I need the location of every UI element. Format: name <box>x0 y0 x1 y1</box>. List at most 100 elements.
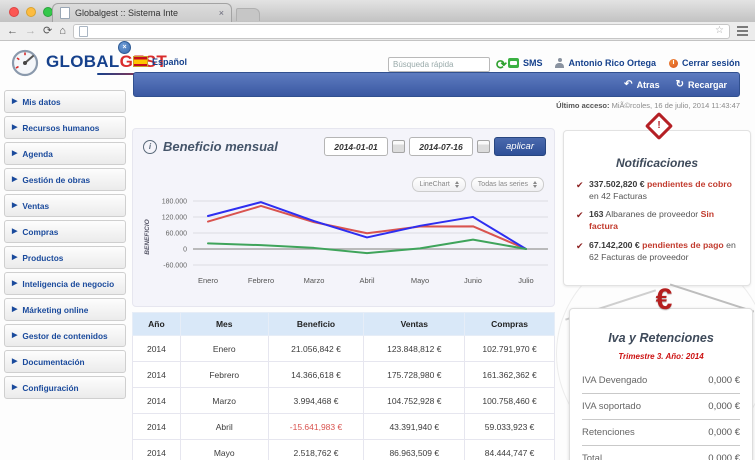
calendar-icon[interactable] <box>477 140 490 153</box>
sidebar-item-inteligencia-de-negocio[interactable]: ▶ Inteligencia de negocio <box>4 272 126 295</box>
notification-text: pendientes de pago <box>642 239 724 250</box>
sidebar-item-configuraci-n[interactable]: ▶ Configuración <box>4 376 126 399</box>
tab-close-icon[interactable]: × <box>219 8 224 18</box>
back-button[interactable]: ↶ Atras <box>624 78 659 90</box>
iva-row-value: 0,000 € <box>708 453 740 460</box>
table-cell: 2014 <box>132 361 181 388</box>
table-cell: 2014 <box>132 439 181 460</box>
table-row[interactable]: 2014 Abril -15.641,983 €43.391,940 €59.033… <box>132 413 555 440</box>
header-user-area: SMS Antonio Rico Ortega Cerrar sesión <box>507 58 740 68</box>
iva-row-label: IVA Devengado <box>582 375 648 386</box>
notification-text: Albaranes de proveedor <box>603 209 701 220</box>
back-icon[interactable]: ← <box>7 25 18 37</box>
close-window-button[interactable] <box>9 7 19 17</box>
table-row[interactable]: 2014 Febrero 14.366,618 €175.728,980 €161.… <box>132 361 555 388</box>
panel-title: Beneficio mensual <box>163 139 278 154</box>
sidebar-item-documentaci-n[interactable]: ▶ Documentación <box>4 350 126 373</box>
address-bar[interactable]: ☆ <box>72 23 730 39</box>
iva-row-label: IVA soportado <box>582 401 641 412</box>
iva-panel: Iva y Retenciones Trimestre 3. Año: 2014… <box>569 308 753 460</box>
chevron-right-icon: ▶ <box>12 124 18 131</box>
sidebar-item-ventas[interactable]: ▶ Ventas <box>4 194 126 217</box>
panel-close-badge[interactable]: × <box>118 41 131 54</box>
table-row[interactable]: 2014 Mayo 2.518,762 €86.963,509 €84.444,74… <box>132 439 555 460</box>
table-cell: 102.791,970 € <box>464 335 555 362</box>
language-selector[interactable]: Español <box>133 56 187 67</box>
sidebar-item-gestor-de-contenidos[interactable]: ▶ Gestor de contenidos <box>4 324 126 347</box>
panel-header: i Beneficio mensual aplicar <box>143 137 546 156</box>
iva-row: Total 0,000 € <box>582 446 740 460</box>
chevron-right-icon: ▶ <box>12 254 18 261</box>
sidebar-menu: ▶ Mis datos ▶ Recursos humanos ▶ Agenda ▶ Gesti… <box>4 90 126 399</box>
sidebar-item-label: Gestor de contenidos <box>22 330 108 341</box>
reload-label: Recargar <box>687 79 727 90</box>
stepper-arrows-icon <box>533 181 537 188</box>
sidebar-item-label: Productos <box>22 252 64 263</box>
notification-item[interactable]: ✔ 67.142,200 € pendientes de pago en 62 F… <box>576 240 740 263</box>
table-header-row: Año Mes Beneficio Ventas Compras <box>132 312 555 336</box>
minimize-window-button[interactable] <box>26 7 36 17</box>
bookmark-star-icon[interactable]: ☆ <box>715 26 724 36</box>
sidebar-item-recursos-humanos[interactable]: ▶ Recursos humanos <box>4 116 126 139</box>
chevron-right-icon: ▶ <box>12 384 18 391</box>
column-header: Mes <box>179 312 269 336</box>
table-cell: 175.728,980 € <box>363 361 466 388</box>
column-header: Ventas <box>363 312 466 336</box>
apply-button[interactable]: aplicar <box>494 137 546 156</box>
stepper-arrows-icon <box>454 181 459 188</box>
iva-row-value: 0,000 € <box>708 427 740 438</box>
table-row[interactable]: 2014 Enero 21.056,842 €123.848,812 €102.79… <box>132 335 555 362</box>
column-header: Año <box>132 312 181 336</box>
home-icon[interactable]: ⌂ <box>59 25 66 37</box>
logout-label: Cerrar sesión <box>681 58 740 68</box>
sms-button[interactable]: SMS <box>507 58 542 68</box>
user-menu[interactable]: Antonio Rico Ortega <box>555 58 656 68</box>
column-header: Compras <box>464 312 555 336</box>
table-cell: Febrero <box>179 361 269 388</box>
x-tick-label: Julio <box>518 276 533 285</box>
refresh-icon[interactable]: ⟳ <box>43 25 52 37</box>
sidebar-item-mis-datos[interactable]: ▶ Mis datos <box>4 90 126 113</box>
table-cell: 123.848,812 € <box>363 335 466 362</box>
notifications-title: Notificaciones <box>615 156 699 170</box>
iva-row-value: 0,000 € <box>708 401 740 412</box>
sidebar-item-label: Márketing online <box>22 304 89 315</box>
date-from-input[interactable] <box>324 137 388 156</box>
sidebar-item-productos[interactable]: ▶ Productos <box>4 246 126 269</box>
window-controls <box>9 7 53 17</box>
table-cell: 2014 <box>132 335 181 362</box>
calendar-icon[interactable] <box>392 140 405 153</box>
search-input[interactable] <box>388 57 490 72</box>
reload-button[interactable]: ↻ Recargar <box>676 79 727 90</box>
notification-item[interactable]: ✔ 337.502,820 € pendientes de cobro en 42… <box>576 179 740 202</box>
browser-titlebar: Globalgest :: Sistema Inte × <box>0 0 755 23</box>
chart-type-select[interactable]: LineChart <box>412 177 466 192</box>
series-select[interactable]: Todas las series <box>470 177 544 192</box>
action-bar: ↶ Atras ↻ Recargar <box>133 72 740 97</box>
x-tick-label: Marzo <box>304 276 325 285</box>
sidebar-item-gesti-n-de-obras[interactable]: ▶ Gestión de obras <box>4 168 126 191</box>
forward-icon[interactable]: → <box>25 25 36 37</box>
profit-table: Año Mes Beneficio Ventas Compras 2014 Enero 21… <box>132 312 555 460</box>
notifications-list: ✔ 337.502,820 € pendientes de cobro en 42… <box>564 170 750 263</box>
logout-button[interactable]: Cerrar sesión <box>668 58 740 68</box>
sidebar-item-m-rketing-online[interactable]: ▶ Márketing online <box>4 298 126 321</box>
new-tab-button[interactable] <box>236 8 260 21</box>
language-label: Español <box>152 56 188 67</box>
browser-menu-icon[interactable] <box>737 26 748 36</box>
euro-icon: € <box>655 283 673 316</box>
y-tick-label: 120.000 <box>162 215 187 222</box>
sidebar-item-agenda[interactable]: ▶ Agenda <box>4 142 126 165</box>
date-filter-controls: aplicar <box>324 137 546 156</box>
back-arrow-icon: ↶ <box>624 78 633 90</box>
table-cell: 43.391,940 € <box>363 413 466 440</box>
browser-tab[interactable]: Globalgest :: Sistema Inte × <box>52 3 232 22</box>
table-row[interactable]: 2014 Marzo 3.994,468 €104.752,928 €100.758… <box>132 387 555 414</box>
sidebar-item-label: Ventas <box>22 200 50 211</box>
sidebar-item-compras[interactable]: ▶ Compras <box>4 220 126 243</box>
check-icon: ✔ <box>576 210 584 221</box>
notification-item[interactable]: ✔ 163 Albaranes de proveedor Sin factura <box>576 209 740 232</box>
search-go-icon[interactable]: ⟳ <box>496 58 507 71</box>
date-to-input[interactable] <box>409 137 473 156</box>
quick-search: ⟳ <box>388 57 507 72</box>
